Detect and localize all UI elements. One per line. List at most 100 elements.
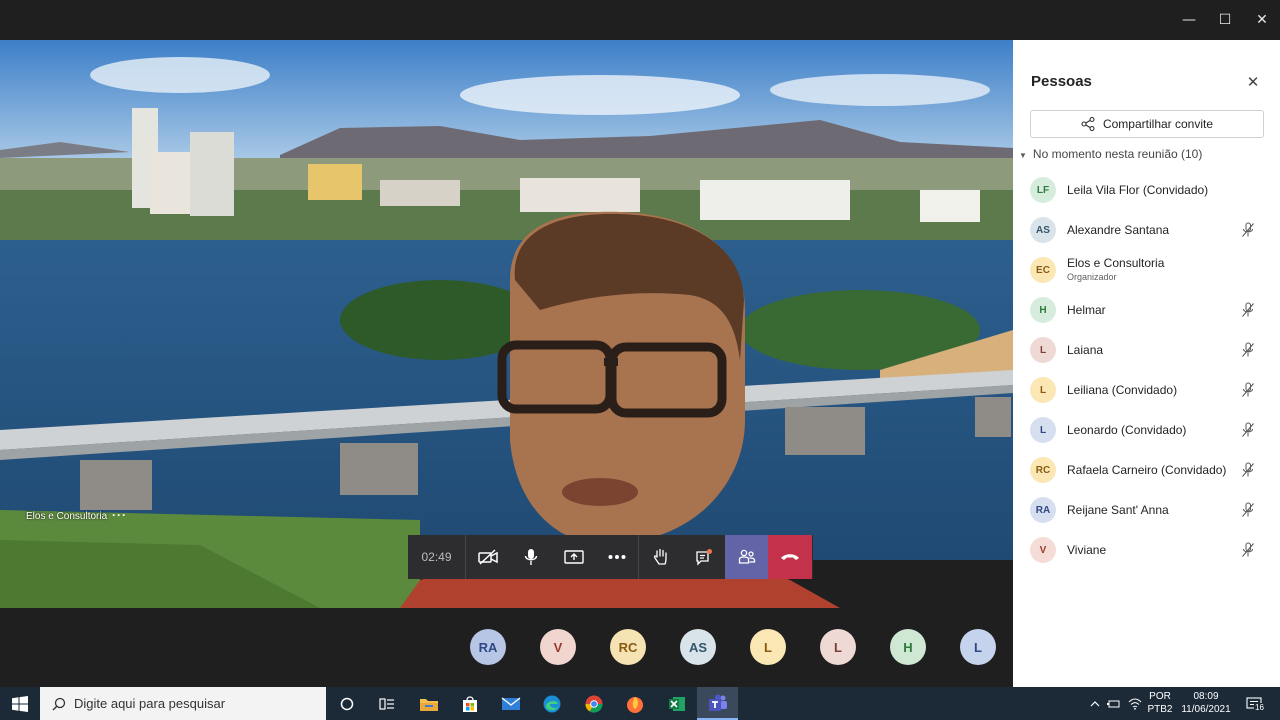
avatar[interactable]: L	[960, 629, 996, 665]
participant-row[interactable]: RA Reijane Sant' Anna	[1013, 490, 1280, 530]
avatar: L	[1030, 417, 1056, 443]
avatar-initials: V	[553, 639, 563, 655]
avatar: AS	[1030, 217, 1056, 243]
avatar-initials: L	[1039, 344, 1047, 356]
speaker-video-feed	[0, 40, 1013, 608]
participant-name: Leila Vila Flor (Convidado)	[1067, 183, 1209, 197]
participant-row[interactable]: EC Elos e Consultoria Organizador	[1013, 250, 1280, 290]
participant-name: Alexandre Santana	[1067, 223, 1170, 237]
teams-button[interactable]	[697, 687, 738, 720]
start-button[interactable]	[0, 687, 40, 720]
avatar-initials: L	[1039, 384, 1047, 396]
avatar[interactable]: AS	[680, 629, 716, 665]
participant-row[interactable]: H Helmar	[1013, 290, 1280, 330]
file-explorer-button[interactable]	[408, 687, 449, 720]
participant-avatar-strip: RA V RC AS L L H L	[0, 608, 1013, 687]
chrome-button[interactable]	[573, 687, 614, 720]
participant-row[interactable]: V Viviane	[1013, 530, 1280, 570]
people-panel: Pessoas ✕ Compartilhar convite ▼ No momen…	[1013, 40, 1280, 687]
avatar: H	[1030, 297, 1056, 323]
edge-button[interactable]	[531, 687, 572, 720]
cortana-button[interactable]	[326, 687, 367, 720]
input-language-button[interactable]: POR PTB2	[1146, 690, 1174, 716]
share-screen-button[interactable]	[552, 535, 595, 579]
participant-row[interactable]: L Leiliana (Convidado)	[1013, 370, 1280, 410]
mic-muted-icon	[1242, 542, 1254, 557]
show-participants-button[interactable]	[725, 535, 768, 579]
avatar[interactable]: L	[750, 629, 786, 665]
excel-button[interactable]	[656, 687, 697, 720]
mail-button[interactable]	[490, 687, 531, 720]
chat-button[interactable]	[682, 535, 725, 579]
participant-row[interactable]: LF Leila Vila Flor (Convidado)	[1013, 170, 1280, 210]
close-panel-button[interactable]: ✕	[1243, 72, 1263, 92]
network-icon	[1128, 698, 1142, 710]
task-view-button[interactable]	[366, 687, 407, 720]
avatar: L	[1030, 337, 1056, 363]
avatar-initials: RC	[618, 639, 638, 655]
panel-title: Pessoas	[1031, 73, 1092, 90]
mail-icon	[501, 696, 520, 710]
close-window-button[interactable]: ✕	[1250, 8, 1274, 32]
taskbar-search-box[interactable]: Digite aqui para pesquisar	[40, 687, 326, 720]
microphone-icon	[524, 549, 537, 565]
edge-icon	[543, 695, 560, 712]
store-button[interactable]	[449, 687, 490, 720]
file-explorer-icon	[419, 698, 438, 711]
participant-row[interactable]: AS Alexandre Santana	[1013, 210, 1280, 250]
avatar[interactable]: L	[820, 629, 856, 665]
firefox-button[interactable]	[614, 687, 655, 720]
chat-icon	[695, 549, 712, 566]
more-actions-button[interactable]	[595, 535, 638, 579]
participant-name: Reijane Sant' Anna	[1067, 503, 1169, 517]
avatar[interactable]: H	[890, 629, 926, 665]
windows-taskbar: Digite aqui para pesquisar POR PTB2 08:0…	[0, 687, 1280, 720]
hang-up-button[interactable]	[768, 535, 812, 579]
hang-up-icon	[781, 554, 799, 560]
avatar-initials: RA	[1035, 504, 1051, 516]
avatar: RC	[1030, 457, 1056, 483]
network-button[interactable]	[1127, 687, 1143, 720]
language-label: POR	[1149, 691, 1171, 702]
share-invite-button[interactable]: Compartilhar convite	[1030, 110, 1264, 138]
participant-name: Helmar	[1067, 303, 1106, 317]
title-bar: — ☐ ✕	[0, 0, 1280, 40]
clock-button[interactable]: 08:09 11/06/2021	[1178, 690, 1234, 716]
participant-name: Leiliana (Convidado)	[1067, 383, 1178, 397]
microphone-button[interactable]	[509, 535, 552, 579]
avatar: LF	[1030, 177, 1056, 203]
avatar-initials: RA	[478, 639, 498, 655]
participant-name: Laiana	[1067, 343, 1104, 357]
camera-off-button[interactable]	[466, 535, 509, 579]
avatar[interactable]: V	[540, 629, 576, 665]
minimize-button[interactable]: —	[1177, 8, 1201, 32]
share-screen-icon	[563, 550, 584, 564]
mic-muted-icon	[1242, 422, 1254, 437]
show-hidden-icons-button[interactable]	[1088, 687, 1102, 720]
participant-row[interactable]: RC Rafaela Carneiro (Convidado)	[1013, 450, 1280, 490]
maximize-button[interactable]: ☐	[1213, 8, 1237, 32]
avatar[interactable]: RC	[610, 629, 646, 665]
participant-name: Leonardo (Convidado)	[1067, 423, 1187, 437]
battery-button[interactable]	[1106, 687, 1122, 720]
notifications-button[interactable]: 16	[1240, 687, 1268, 720]
mic-muted-icon	[1242, 342, 1254, 357]
in-meeting-section-header[interactable]: ▼ No momento nesta reunião (10)	[1019, 147, 1202, 161]
mic-muted-icon	[1242, 302, 1254, 317]
mic-muted-icon	[1242, 382, 1254, 397]
section-label: No momento nesta reunião (10)	[1032, 147, 1203, 161]
speaker-more-options-button[interactable]: ···	[112, 508, 127, 522]
search-placeholder: Digite aqui para pesquisar	[74, 696, 226, 711]
battery-icon	[1107, 700, 1120, 707]
avatar-initials: L	[834, 639, 842, 655]
avatar-initials: H	[1039, 304, 1047, 316]
participant-row[interactable]: L Leonardo (Convidado)	[1013, 410, 1280, 450]
raise-hand-button[interactable]	[639, 535, 682, 579]
task-view-icon	[378, 697, 394, 710]
speaker-name-label: Elos e Consultoria	[26, 511, 108, 522]
participant-row[interactable]: L Laiana	[1013, 330, 1280, 370]
share-invite-label: Compartilhar convite	[1102, 117, 1214, 131]
avatar-initials: L	[1039, 424, 1047, 436]
avatar[interactable]: RA	[470, 629, 506, 665]
avatar-initials: L	[764, 639, 772, 655]
